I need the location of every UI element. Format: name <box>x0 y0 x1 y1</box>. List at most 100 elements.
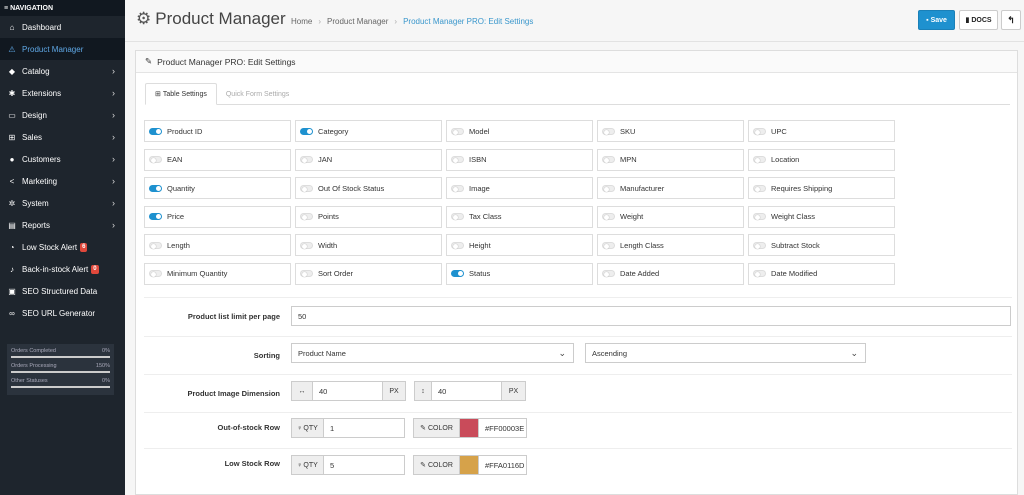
toggle-switch[interactable] <box>602 184 615 192</box>
limit-input[interactable]: 50 <box>291 306 1011 326</box>
sidebar-item-seo-url-generator[interactable]: ∞ SEO URL Generator <box>0 302 125 324</box>
column-toggle-quantity: Quantity <box>144 177 291 199</box>
image-width-input[interactable]: 40 <box>312 381 383 401</box>
limit-row: Product list limit per page 50 <box>144 300 1012 338</box>
toggle-switch[interactable] <box>451 156 464 163</box>
limit-label: Product list limit per page <box>187 312 280 321</box>
column-toggle-length: Length <box>144 234 291 256</box>
sidebar-item-extensions[interactable]: ✱ Extensions › <box>0 82 125 104</box>
sidebar-item-design[interactable]: ▭ Design › <box>0 104 125 126</box>
wrench-icon: ✎ <box>145 56 153 66</box>
sort-field-select[interactable]: Product Name ⌄ <box>291 343 574 363</box>
stat-progress-bar <box>11 386 110 388</box>
breadcrumb-home[interactable]: Home <box>291 17 312 26</box>
sort-order-select[interactable]: Ascending ⌄ <box>585 343 866 363</box>
toggle-switch[interactable] <box>300 270 313 277</box>
sidebar-item-product-manager[interactable]: ⚠ Product Manager <box>0 38 125 60</box>
color-label: COLOR <box>427 461 453 469</box>
docs-button[interactable]: ▮ DOCS <box>959 10 998 30</box>
column-toggle-height: Height <box>446 234 593 256</box>
qty-addon: ♀ QTY <box>291 418 324 438</box>
toggle-switch[interactable] <box>300 156 313 163</box>
sidebar-item-label: Product Manager <box>22 44 84 54</box>
qty-label: QTY <box>303 461 318 469</box>
low-color-input[interactable]: #FFA0116D <box>478 455 527 475</box>
color-label: COLOR <box>427 424 453 432</box>
oos-qty-input[interactable]: 1 <box>323 418 405 438</box>
toggle-switch[interactable] <box>753 184 766 192</box>
column-toggle-date-modified: Date Modified <box>748 262 895 285</box>
sidebar-item-label: Dashboard <box>22 22 62 32</box>
panel-title: Product Manager PRO: Edit Settings <box>157 56 296 67</box>
tab-table-settings[interactable]: ⊞ Table Settings <box>145 83 217 105</box>
low-qty-input[interactable]: 5 <box>323 455 405 475</box>
page-title: ⚙ Product Manager <box>136 9 286 29</box>
oos-color-swatch[interactable] <box>459 418 479 438</box>
toggle-switch[interactable] <box>451 127 464 135</box>
toggle-switch[interactable] <box>753 213 766 220</box>
toggle-switch[interactable] <box>602 127 615 135</box>
breadcrumb-current[interactable]: Product Manager PRO: Edit Settings <box>403 17 533 26</box>
low-stock-label: Low Stock Row <box>224 459 280 468</box>
chevron-right-icon: › <box>112 176 115 186</box>
height-arrows-icon: ↕ <box>414 381 432 401</box>
toggle-switch[interactable] <box>149 213 162 220</box>
stat-line: Other Statuses 0% <box>11 378 110 384</box>
toggle-switch[interactable] <box>149 270 162 277</box>
oos-color-input[interactable]: #FF00003E <box>478 418 527 438</box>
column-label: Width <box>318 240 338 250</box>
sidebar-item-sales[interactable]: ⊞ Sales › <box>0 126 125 148</box>
toggle-switch[interactable] <box>149 156 162 163</box>
sidebar-item-dashboard[interactable]: ⌂ Dashboard <box>0 16 125 38</box>
toggle-switch[interactable] <box>753 241 766 249</box>
low-color-swatch[interactable] <box>459 455 479 475</box>
column-toggle-ean: EAN <box>144 148 291 171</box>
column-toggle-product-id: Product ID <box>144 120 291 142</box>
back-button[interactable]: ↰ <box>1001 10 1021 30</box>
column-toggle-requires-shipping: Requires Shipping <box>748 177 895 199</box>
toggle-switch[interactable] <box>753 127 766 135</box>
topbar: ⚙ Product Manager Home › Product Manager… <box>125 0 1024 42</box>
sidebar-item-system[interactable]: ✲ System › <box>0 192 125 214</box>
toggle-switch[interactable] <box>602 270 615 277</box>
toggle-switch[interactable] <box>451 213 464 220</box>
sidebar-item-customers[interactable]: ● Customers › <box>0 148 125 170</box>
sidebar-item-low-stock-alert[interactable]: ◔ Low Stock Alert 6 <box>0 236 125 258</box>
toggle-switch[interactable] <box>300 241 313 249</box>
toggle-switch[interactable] <box>602 213 615 220</box>
toggle-switch[interactable] <box>602 156 615 163</box>
toggle-switch[interactable] <box>149 127 162 135</box>
breadcrumb-product-manager[interactable]: Product Manager <box>327 17 388 26</box>
tab-quick-form-settings[interactable]: Quick Form Settings <box>217 83 298 105</box>
toggle-switch[interactable] <box>149 241 162 249</box>
sidebar-item-seo-structured-data[interactable]: ▣ SEO Structured Data <box>0 280 125 302</box>
toggle-switch[interactable] <box>753 270 766 277</box>
sidebar-item-reports[interactable]: ▤ Reports › <box>0 214 125 236</box>
toggle-switch[interactable] <box>300 127 313 135</box>
toggle-switch[interactable] <box>300 213 313 220</box>
qty-addon: ♀ QTY <box>291 455 324 475</box>
image-height-input[interactable]: 40 <box>431 381 502 401</box>
toggle-switch[interactable] <box>300 184 313 192</box>
save-button[interactable]: ▪ Save <box>918 10 955 30</box>
sidebar-item-catalog[interactable]: ◆ Catalog › <box>0 60 125 82</box>
toggle-switch[interactable] <box>451 241 464 249</box>
column-label: Minimum Quantity <box>167 269 228 278</box>
stat-row: Orders Completed 0% <box>11 348 110 358</box>
sidebar-item-back-in-stock-alert[interactable]: ♪ Back-in-stock Alert 0 <box>0 258 125 280</box>
toggle-switch[interactable] <box>451 184 464 192</box>
column-label: Date Modified <box>771 269 818 278</box>
column-label: Length Class <box>620 240 664 250</box>
eyedropper-icon: ✎ <box>420 462 426 469</box>
low-stock-row: Low Stock Row ♀ QTY 5 ✎ COLOR #FFA0116D <box>144 447 1012 485</box>
dimension-label: Product Image Dimension <box>187 389 280 398</box>
toggle-switch[interactable] <box>602 241 615 249</box>
table-icon: ⊞ <box>155 91 161 98</box>
toggle-switch[interactable] <box>753 156 766 163</box>
toggle-switch[interactable] <box>451 270 464 277</box>
sort-order-value: Ascending <box>592 348 628 358</box>
save-label: Save <box>930 16 947 24</box>
bell-icon: ♪ <box>10 264 14 274</box>
sidebar-item-marketing[interactable]: < Marketing › <box>0 170 125 192</box>
toggle-switch[interactable] <box>149 184 162 192</box>
